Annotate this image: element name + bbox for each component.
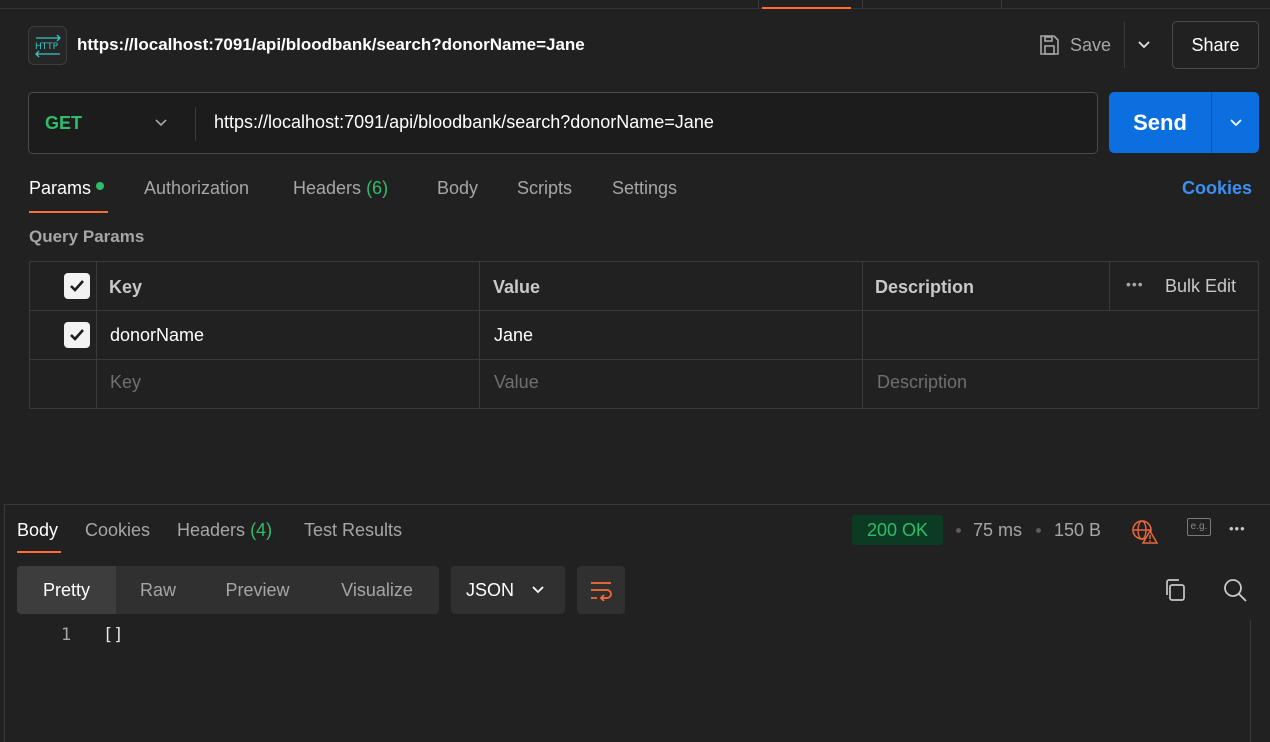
active-tab-underline: [17, 551, 61, 553]
column-divider: [862, 262, 863, 408]
send-options-button[interactable]: [1211, 92, 1259, 153]
chevron-down-icon: [1137, 41, 1150, 49]
tab-test-results[interactable]: Test Results: [304, 520, 402, 541]
wrap-lines-button[interactable]: [577, 566, 625, 614]
new-param-description-input[interactable]: Description: [877, 372, 967, 393]
tab-separator: [758, 0, 759, 8]
tab-response-headers[interactable]: Headers (4): [177, 520, 272, 541]
tab-scripts[interactable]: Scripts: [517, 178, 572, 199]
tab-authorization[interactable]: Authorization: [144, 178, 249, 199]
active-tab-underline: [29, 211, 108, 213]
select-all-checkbox[interactable]: [64, 273, 90, 299]
row-divider: [30, 310, 1258, 311]
more-options-icon[interactable]: •••: [1229, 521, 1246, 536]
url-input[interactable]: https://localhost:7091/api/bloodbank/sea…: [214, 112, 714, 133]
response-body-content[interactable]: []: [103, 625, 123, 645]
chevron-down-icon: [532, 586, 544, 594]
svg-text:HTTP: HTTP: [35, 42, 59, 52]
view-preview-button[interactable]: Preview: [200, 566, 315, 614]
tab-params[interactable]: Params: [29, 178, 105, 199]
status-badge[interactable]: 200 OK: [852, 515, 943, 545]
more-options-icon[interactable]: •••: [1126, 276, 1144, 292]
tab-headers[interactable]: Headers (6): [293, 178, 388, 199]
column-divider: [479, 262, 480, 408]
column-header-key: Key: [109, 277, 143, 297]
cookies-link[interactable]: Cookies: [1182, 178, 1252, 199]
tab-separator: [1001, 0, 1002, 8]
separator-dot: [1036, 528, 1041, 533]
response-time[interactable]: 75 ms: [973, 520, 1022, 541]
view-raw-button[interactable]: Raw: [116, 566, 200, 614]
url-divider: [195, 107, 196, 141]
query-params-label: Query Params: [29, 227, 145, 246]
response-headers-count: (4): [250, 520, 273, 540]
editor-scrollbar[interactable]: [1250, 620, 1251, 742]
top-tab-strip: [0, 0, 1270, 9]
save-label: Save: [1070, 34, 1112, 55]
share-button[interactable]: Share: [1172, 21, 1259, 69]
tab-response-body[interactable]: Body: [17, 520, 58, 541]
param-enabled-checkbox[interactable]: [64, 322, 90, 348]
query-params-table: Key Value Description ••• Bulk Edit dono…: [29, 261, 1259, 409]
checkmark-icon: [70, 329, 84, 341]
chevron-down-icon: [1229, 118, 1242, 126]
request-title[interactable]: https://localhost:7091/api/bloodbank/sea…: [77, 35, 585, 55]
response-size[interactable]: 150 B: [1054, 520, 1101, 541]
send-button[interactable]: Send: [1109, 92, 1211, 153]
tab-headers-label: Headers: [293, 178, 362, 198]
headers-count: (6): [366, 178, 389, 198]
network-warning-icon[interactable]: [1131, 518, 1159, 544]
save-icon: [1040, 35, 1059, 55]
tab-body[interactable]: Body: [437, 178, 478, 199]
tab-separator: [862, 0, 863, 8]
wrap-lines-icon: [591, 582, 612, 601]
http-icon: HTTP: [28, 26, 67, 65]
request-tabs: Params Authorization Headers (6) Body Sc…: [0, 168, 1270, 214]
view-mode-bar: Pretty Raw Preview Visualize: [17, 566, 439, 614]
column-header-description: Description: [875, 277, 975, 297]
copy-icon[interactable]: [1163, 578, 1187, 602]
checkmark-icon: [70, 280, 84, 292]
param-key-cell[interactable]: donorName: [110, 325, 204, 346]
column-header-value: Value: [493, 277, 541, 297]
format-select[interactable]: JSON: [451, 566, 565, 614]
response-pane-divider[interactable]: [5, 504, 1270, 505]
column-divider: [96, 262, 97, 408]
save-button[interactable]: Save: [1030, 22, 1124, 68]
chevron-down-icon: [155, 119, 167, 127]
response-body-editor[interactable]: 1 []: [17, 620, 1250, 742]
new-param-value-input[interactable]: Value: [494, 372, 539, 393]
active-tab-indicator: [762, 7, 851, 9]
view-pretty-button[interactable]: Pretty: [17, 566, 116, 614]
new-param-key-input[interactable]: Key: [110, 372, 141, 393]
save-options-chevron[interactable]: [1124, 22, 1162, 68]
method-select[interactable]: GET: [29, 93, 195, 153]
row-divider: [30, 359, 1258, 360]
column-divider: [1109, 262, 1110, 310]
param-value-cell[interactable]: Jane: [494, 325, 533, 346]
tab-params-label: Params: [29, 178, 92, 198]
search-icon[interactable]: [1222, 577, 1248, 603]
separator-dot: [956, 528, 961, 533]
tab-response-headers-label: Headers: [177, 520, 246, 540]
save-as-example-button[interactable]: e.g.: [1187, 518, 1211, 536]
bulk-edit-button[interactable]: Bulk Edit: [1165, 276, 1236, 297]
tab-response-cookies[interactable]: Cookies: [85, 520, 150, 541]
view-visualize-button[interactable]: Visualize: [315, 566, 439, 614]
url-bar: GET https://localhost:7091/api/bloodbank…: [28, 92, 1098, 154]
line-number: 1: [61, 625, 72, 645]
format-label: JSON: [466, 579, 515, 600]
response-tabs: Body Cookies Headers (4) Test Results 20…: [0, 510, 1270, 556]
params-active-dot: [96, 182, 105, 191]
method-label: GET: [45, 112, 83, 133]
tab-settings[interactable]: Settings: [612, 178, 677, 199]
